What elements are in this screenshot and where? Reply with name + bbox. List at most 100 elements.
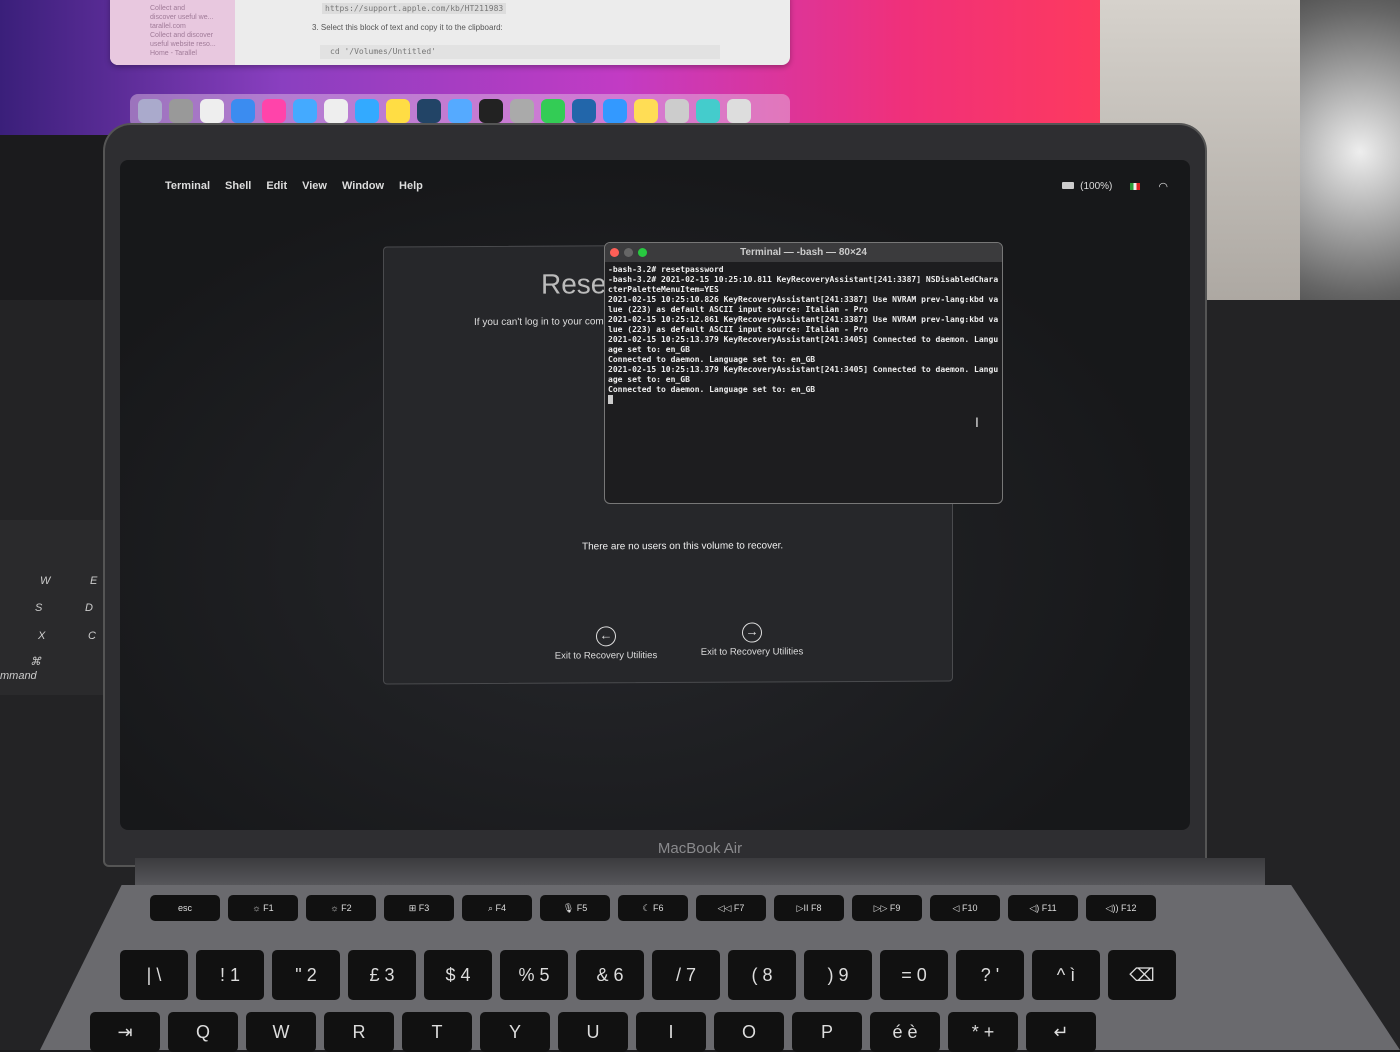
terminal-line: -bash-3.2# resetpassword [608,265,724,274]
key[interactable]: ? ' [956,950,1024,1000]
zoom-button[interactable] [638,248,647,257]
dock-app-icon [696,99,720,123]
key[interactable]: ↵ [1026,1012,1096,1052]
key[interactable]: I [636,1012,706,1052]
key[interactable]: ◁)) F12 [1086,895,1156,921]
terminal-line: Connected to daemon. Language set to: en… [608,385,816,394]
dock-app-icon [448,99,472,123]
dock-app-icon [510,99,534,123]
key[interactable]: U [558,1012,628,1052]
battery-icon [1062,181,1075,189]
dock-app-icon [138,99,162,123]
key[interactable]: = 0 [880,950,948,1000]
key[interactable]: ⌕ F4 [462,895,532,921]
menu-terminal[interactable]: Terminal [165,180,210,192]
terminal-line: 2021-02-15 10:25:13.379 KeyRecoveryAssis… [608,365,999,384]
key[interactable]: esc [150,895,220,921]
key[interactable]: 🎙 F5 [540,895,610,921]
key: ⌘ [30,656,41,668]
key[interactable]: ⇥ [90,1012,160,1052]
dock-app-icon [634,99,658,123]
wifi-icon[interactable]: ◠ [1158,180,1168,193]
key[interactable]: ▷▷ F9 [852,895,922,921]
key[interactable]: ▷II F8 [774,895,844,921]
exit-back-button[interactable]: ← Exit to Recovery Utilities [536,626,676,662]
close-button[interactable] [610,248,619,257]
key[interactable]: O [714,1012,784,1052]
instruction-step: 3. Select this block of text and copy it… [312,23,503,32]
terminal-line: -bash-3.2# 2021-02-15 10:25:10.811 KeyRe… [608,275,999,294]
key[interactable]: % 5 [500,950,568,1000]
key[interactable]: W [246,1012,316,1052]
key[interactable]: ☼ F1 [228,895,298,921]
key[interactable]: $ 4 [424,950,492,1000]
key: D [85,602,93,614]
input-source-italian-flag-icon[interactable] [1130,182,1141,190]
key[interactable]: Q [168,1012,238,1052]
terminal-line: Connected to daemon. Language set to: en… [608,355,816,364]
dock-app-icon [324,99,348,123]
dock-app-icon [293,99,317,123]
key[interactable]: ⊞ F3 [384,895,454,921]
dock-app-icon [479,99,503,123]
menu-bar: Terminal Shell Edit View Window Help (10… [150,176,1180,196]
key: mmand [0,670,37,682]
background-browser-window: Collect and discover useful we... tarall… [110,0,790,65]
key[interactable]: ☼ F2 [306,895,376,921]
key[interactable]: ^ ì [1032,950,1100,1000]
key[interactable]: ◁ F10 [930,895,1000,921]
menu-view[interactable]: View [302,180,327,192]
terminal-window[interactable]: Terminal — -bash — 80×24 -bash-3.2# rese… [604,242,1003,504]
menu-help[interactable]: Help [399,180,423,192]
key[interactable]: / 7 [652,950,720,1000]
terminal-cursor [608,395,613,404]
battery-status[interactable]: (100%) [1062,181,1112,192]
key[interactable]: ◁) F11 [1008,895,1078,921]
terminal-line: 2021-02-15 10:25:12.861 KeyRecoveryAssis… [608,315,999,334]
key[interactable]: ◁◁ F7 [696,895,766,921]
key[interactable]: ⌫ [1108,950,1176,1000]
exit-next-label: Exit to Recovery Utilities [700,646,804,658]
battery-percent: (100%) [1080,180,1113,192]
key[interactable]: | \ [120,950,188,1000]
function-key-row: esc ☼ F1 ☼ F2 ⊞ F3 ⌕ F4 🎙 F5 ☾ F6 ◁◁ F7 ▷II F8 ▷▷… [150,895,1156,921]
exit-next-button[interactable]: → Exit to Recovery Utilities [682,622,822,658]
support-url: https://support.apple.com/kb/HT211983 [322,3,507,14]
menu-edit[interactable]: Edit [266,180,287,192]
no-users-message: There are no users on this volume to rec… [582,540,784,553]
key[interactable]: ! 1 [196,950,264,1000]
dock-app-icon [541,99,565,123]
dock-app-icon [727,99,751,123]
dock-app-icon [386,99,410,123]
key: X [38,630,46,642]
menu-window[interactable]: Window [342,180,384,192]
sidebar-text: tarallel.com [150,23,186,30]
laptop-brand-label: MacBook Air [657,840,743,857]
key[interactable]: " 2 [272,950,340,1000]
key[interactable]: £ 3 [348,950,416,1000]
dock-app-icon [169,99,193,123]
dock-app-icon [200,99,224,123]
minimize-button[interactable] [624,248,633,257]
key[interactable]: ) 9 [804,950,872,1000]
key: E [90,575,98,587]
key[interactable]: ☾ F6 [618,895,688,921]
menu-shell[interactable]: Shell [225,180,251,192]
background-dock [130,94,790,128]
laptop-hinge [135,858,1265,888]
exit-back-label: Exit to Recovery Utilities [554,650,658,662]
number-key-row: | \! 1 " 2 £ 3 $ 4% 5 & 6/ 7( 8) 9 = 0? ' ^ ì ⌫ [120,950,1176,1000]
ibeam-cursor-icon: I [975,414,979,430]
key[interactable]: ( 8 [728,950,796,1000]
key[interactable]: P [792,1012,862,1052]
dock-app-icon [231,99,255,123]
key[interactable]: & 6 [576,950,644,1000]
key[interactable]: é è [870,1012,940,1052]
key[interactable]: Y [480,1012,550,1052]
terminal-output[interactable]: -bash-3.2# resetpassword -bash-3.2# 2021… [605,262,1002,410]
key[interactable]: R [324,1012,394,1052]
key[interactable]: * + [948,1012,1018,1052]
terminal-titlebar[interactable]: Terminal — -bash — 80×24 [605,243,1002,262]
key[interactable]: T [402,1012,472,1052]
dialog-subtitle: If you can't log in to your com [474,316,604,329]
